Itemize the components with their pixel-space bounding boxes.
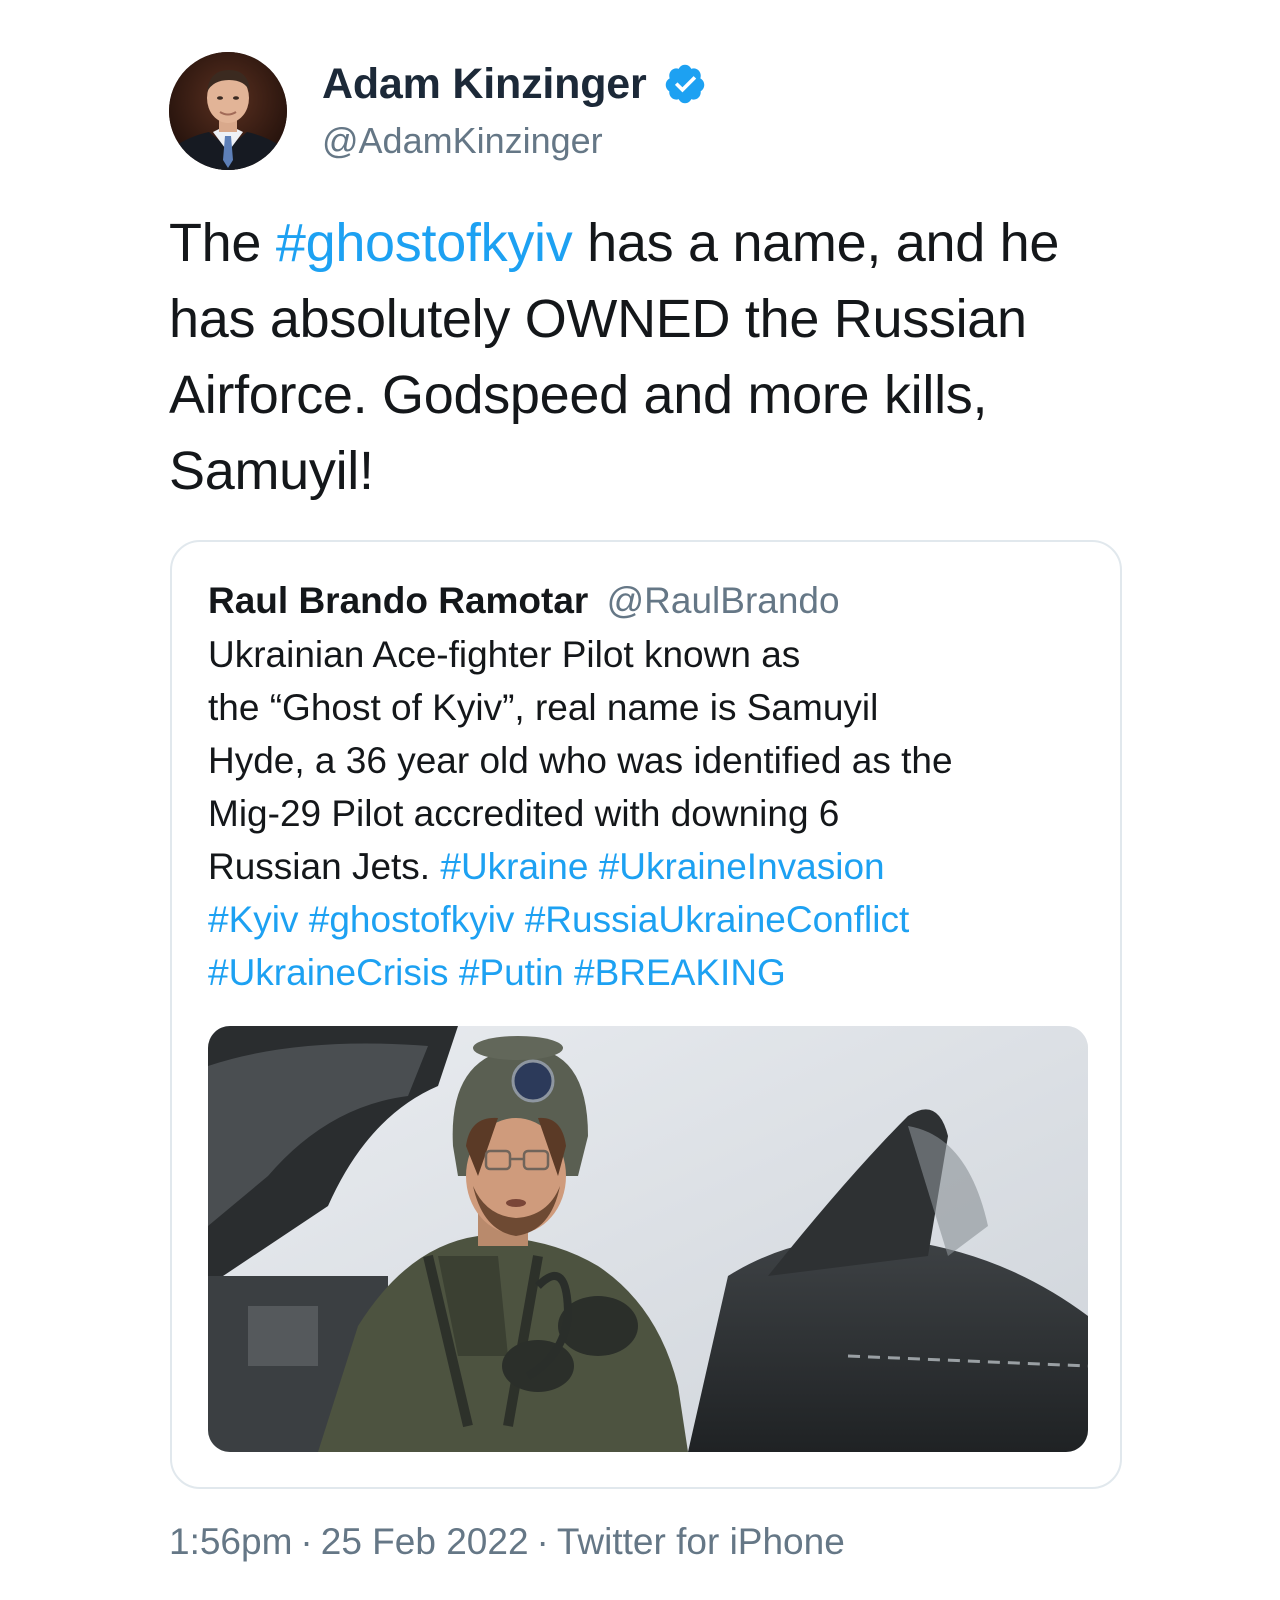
- quoted-author-name: Raul Brando Ramotar: [208, 580, 589, 621]
- quoted-text-line: Ukrainian Ace-fighter Pilot known as: [208, 628, 1088, 681]
- tweet: Adam Kinzinger @AdamKinzinger The #ghost…: [0, 0, 1280, 1600]
- quoted-tweet-image[interactable]: [208, 1026, 1088, 1452]
- text-segment: Mig-29 Pilot accredited with downing 6: [208, 793, 840, 834]
- text-segment: [588, 846, 598, 887]
- hashtag-link[interactable]: #ghostofkyiv: [276, 213, 573, 273]
- hashtag-link[interactable]: #Ukraine: [440, 846, 588, 887]
- tweet-time[interactable]: 1:56pm: [169, 1521, 292, 1562]
- text-segment: Hyde, a 36 year old who was identified a…: [208, 740, 953, 781]
- meta-separator-2: ·: [536, 1521, 549, 1562]
- text-segment: The: [169, 213, 276, 273]
- tweet-text: The #ghostofkyiv has a name, and he has …: [169, 205, 1109, 509]
- verified-badge-icon: [663, 62, 707, 106]
- hashtag-link[interactable]: #UkraineCrisis: [208, 952, 449, 993]
- text-segment: Russian Jets.: [208, 846, 441, 887]
- quoted-tweet-text: Ukrainian Ace-fighter Pilot known as the …: [208, 628, 1088, 999]
- tweet-date[interactable]: 25 Feb 2022: [321, 1521, 529, 1562]
- avatar-image: [169, 52, 287, 170]
- text-segment: [449, 952, 459, 993]
- hashtag-link[interactable]: #RussiaUkraineConflict: [525, 899, 910, 940]
- quoted-text-line: Mig-29 Pilot accredited with downing 6: [208, 787, 1088, 840]
- text-segment: [564, 952, 574, 993]
- text-segment: Ukrainian Ace-fighter Pilot known as: [208, 634, 801, 675]
- tweet-metadata: 1:56pm · 25 Feb 2022 · Twitter for iPhone: [169, 1521, 845, 1563]
- tweet-source[interactable]: Twitter for iPhone: [557, 1521, 845, 1562]
- hashtag-link[interactable]: #ghostofkyiv: [309, 899, 515, 940]
- hashtag-link[interactable]: #Kyiv: [208, 899, 298, 940]
- quoted-text-line: #Kyiv #ghostofkyiv #RussiaUkraineConflic…: [208, 893, 1088, 946]
- quoted-tweet-header: Raul Brando Ramotar @RaulBrando: [208, 580, 840, 622]
- pilot-cockpit-photo: [208, 1026, 1088, 1452]
- author-info: Adam Kinzinger @AdamKinzinger: [322, 54, 707, 162]
- quoted-text-line: Russian Jets. #Ukraine #UkraineInvasion: [208, 840, 1088, 893]
- author-handle[interactable]: @AdamKinzinger: [322, 120, 707, 162]
- author-avatar[interactable]: [169, 52, 287, 170]
- text-segment: the “Ghost of Kyiv”, real name is Samuyi…: [208, 687, 879, 728]
- author-display-name[interactable]: Adam Kinzinger: [322, 60, 647, 109]
- hashtag-link[interactable]: #BREAKING: [574, 952, 786, 993]
- author-name-row: Adam Kinzinger: [322, 54, 707, 114]
- hashtag-link[interactable]: #Putin: [459, 952, 564, 993]
- quoted-text-line: the “Ghost of Kyiv”, real name is Samuyi…: [208, 681, 1088, 734]
- text-segment: [514, 899, 524, 940]
- quoted-text-line: Hyde, a 36 year old who was identified a…: [208, 734, 1088, 787]
- hashtag-link[interactable]: #UkraineInvasion: [599, 846, 885, 887]
- quoted-author-handle: @RaulBrando: [606, 580, 840, 621]
- text-segment: [298, 899, 308, 940]
- quoted-text-line: #UkraineCrisis #Putin #BREAKING: [208, 946, 1088, 999]
- quoted-tweet-card[interactable]: Raul Brando Ramotar @RaulBrando Ukrainia…: [170, 540, 1122, 1489]
- meta-separator-1: ·: [300, 1521, 313, 1562]
